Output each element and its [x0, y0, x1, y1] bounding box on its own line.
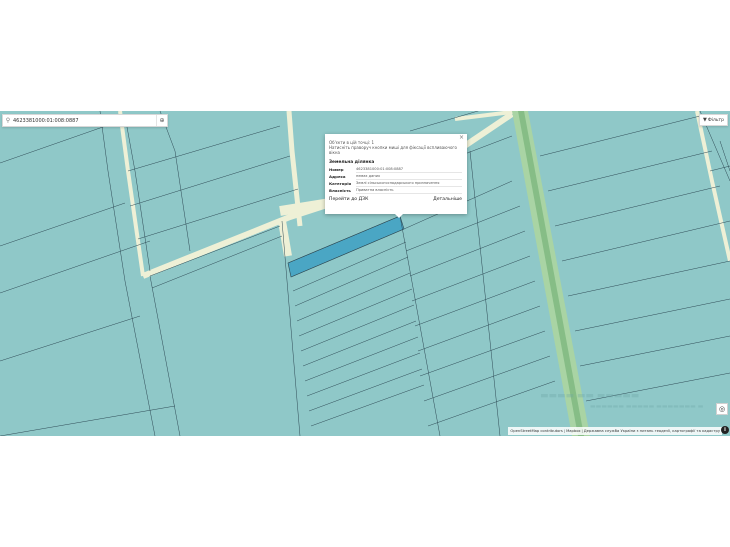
- field-value: Приватна власність: [356, 187, 462, 194]
- field-value: 4623381000:01:008:0887: [356, 166, 462, 173]
- field-label: Номер: [329, 167, 344, 172]
- popup-actions: Перейти до ДЗК Детальніше: [329, 197, 462, 203]
- details-link[interactable]: Детальніше: [433, 197, 462, 203]
- field-row-number: Номер 4623381000:01:008:0887: [329, 166, 462, 173]
- search-input[interactable]: [13, 115, 156, 126]
- close-icon[interactable]: ×: [459, 135, 464, 141]
- crosshair-icon[interactable]: ⊕: [156, 115, 167, 126]
- field-row-category: Категорія Землі сільськогосподарського п…: [329, 180, 462, 187]
- field-label: Адреса: [329, 174, 346, 179]
- filter-button[interactable]: ▼ Фільтр: [699, 114, 728, 126]
- filter-label: Фільтр: [707, 117, 724, 123]
- field-value: Землі сільськогосподарського призначення: [356, 180, 462, 187]
- field-value: немає даних: [356, 173, 462, 180]
- osm-link[interactable]: OpenStreetMap contributors: [510, 429, 562, 433]
- geolocate-button[interactable]: ◎: [716, 403, 728, 415]
- mapbox-link[interactable]: Mapbox: [566, 429, 580, 433]
- field-row-address: Адреса немає даних: [329, 173, 462, 180]
- field-label: Категорія: [329, 181, 352, 186]
- search-bar[interactable]: ⚲ ⊕: [2, 114, 168, 127]
- page: ▬▬▬▬ ▬▬ ▬▬▬▬▬ ▬▬▬▬▬▬ ▬▬▬▬▬ ▬▬▬▬▬▬▬ ▬ ⚲ ⊕…: [0, 0, 730, 547]
- svg-text:▬▬▬▬▬▬ ▬▬▬▬▬ ▬▬▬▬▬▬▬ ▬: ▬▬▬▬▬▬ ▬▬▬▬▬ ▬▬▬▬▬▬▬ ▬: [590, 403, 704, 410]
- funnel-icon: ▼: [703, 117, 707, 123]
- go-to-dzk-link[interactable]: Перейти до ДЗК: [329, 197, 368, 203]
- attribution-text: Державна служба України з питань геодезі…: [583, 429, 720, 433]
- field-label: Власність: [329, 188, 351, 193]
- map-attribution: OpenStreetMap contributors | Mapbox | Де…: [508, 427, 722, 435]
- popup-tail: [395, 214, 403, 218]
- target-icon: ◎: [718, 405, 726, 413]
- field-row-ownership: Власність Приватна власність: [329, 187, 462, 194]
- popup-hint: Натисніть праворуч кнопки миші для фікса…: [329, 145, 457, 155]
- svg-text:▬▬▬▬ ▬▬ ▬▬▬▬▬: ▬▬▬▬ ▬▬ ▬▬▬▬▬: [540, 391, 639, 401]
- parcel-popup: × Об'єкти в цій точці: 1 Натисніть право…: [325, 134, 467, 218]
- search-icon: ⚲: [5, 117, 11, 124]
- info-icon[interactable]: i: [721, 426, 729, 434]
